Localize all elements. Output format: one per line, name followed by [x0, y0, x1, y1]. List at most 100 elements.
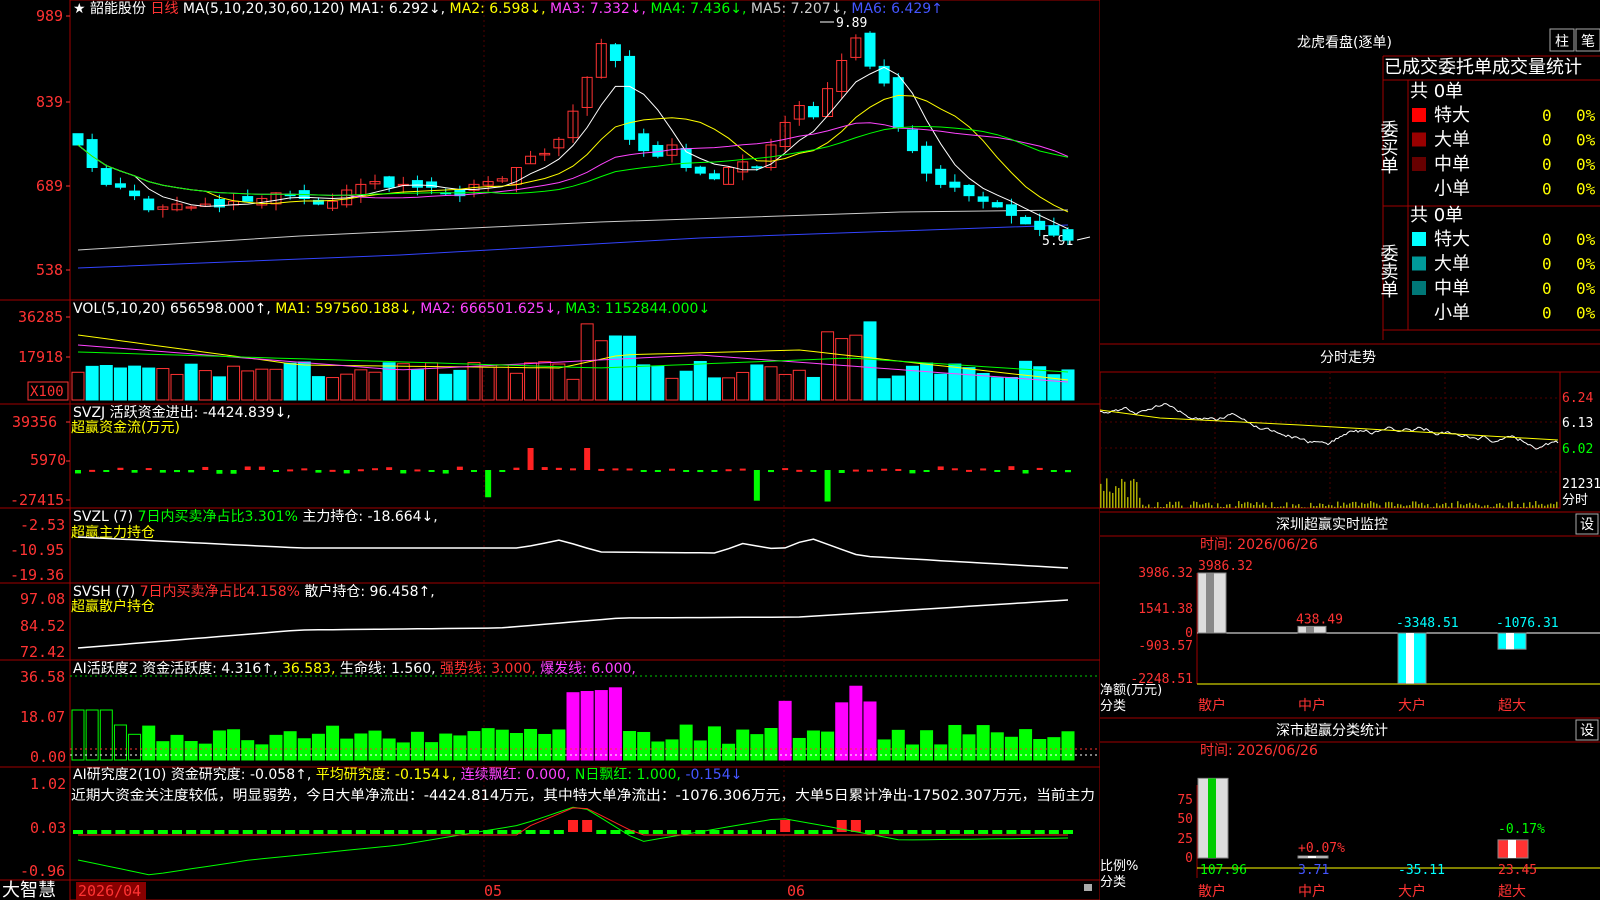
ai3-tick: 1.02: [30, 775, 66, 793]
fenshi-vol-bar: [1433, 506, 1435, 508]
fenshi-vol-bar: [1286, 502, 1288, 508]
ai3-bar: [1020, 830, 1031, 834]
fenshi-vol-bar: [1364, 503, 1366, 508]
fenshi-vol-bar: [1262, 502, 1264, 508]
fenshi-vol-bar: [1334, 506, 1336, 508]
ai3-bar: [539, 830, 550, 834]
svzj-bar: [513, 467, 520, 470]
ai3-bar: [879, 830, 890, 834]
ai2-tick: 18.07: [20, 708, 65, 726]
ai2-bar: [99, 709, 113, 761]
candle-body: [708, 173, 720, 180]
fenshi-vol-bar: [1556, 501, 1558, 508]
volume-bar: [184, 363, 198, 401]
ai3-tick: 0.03: [30, 819, 66, 837]
svzj-bar: [739, 468, 746, 471]
svsh-tick: 97.08: [20, 590, 65, 608]
fenshi-vol-bar: [1493, 506, 1495, 508]
ai2-bar: [722, 743, 736, 761]
ai3-bar: [766, 830, 776, 834]
svzj-bar: [966, 469, 972, 472]
fenshi-vol-bar: [1475, 503, 1477, 508]
fenshi-vol-bar: [1442, 504, 1444, 508]
ai2-v4: 强势线: 3.000,: [440, 661, 536, 677]
svzj-bar: [372, 468, 378, 471]
monitor-bar-highlight: [1406, 633, 1414, 684]
vol-ma2: MA2: 666501.625↓,: [420, 301, 561, 317]
fenshi-vol-bar: [1325, 506, 1327, 508]
svzj-bar: [485, 470, 492, 498]
ma2-value: MA2: 6.598↓,: [450, 1, 546, 17]
ai2-bar: [439, 733, 453, 761]
svzj-bar: [683, 470, 690, 472]
fenshi-vol-bar: [1553, 504, 1555, 508]
sell-swatch: [1412, 281, 1426, 295]
fenshi-vol-bar: [1205, 503, 1207, 508]
svzj-bar: [669, 468, 675, 471]
fenshi-vol-bar: [1295, 505, 1297, 508]
classify-bar-highlight: [1308, 856, 1316, 858]
svsh-tick: 84.52: [20, 617, 65, 635]
ai3-bar: [893, 830, 904, 834]
fenshi-vol-bar: [1298, 504, 1300, 508]
ai2-bar: [368, 730, 382, 761]
vol-ma3: MA3: 1152844.000↓: [565, 301, 710, 317]
ai3-bar: [497, 830, 508, 834]
bi-button-label: 笔: [1581, 34, 1595, 50]
ai2-bar: [71, 709, 85, 761]
fenshi-vol-bar: [1367, 503, 1369, 508]
period-label[interactable]: 日线: [150, 1, 178, 17]
ai3-bar: [285, 830, 296, 834]
fenshi-vol-bar: [1544, 505, 1546, 508]
ai2-v3: 生命线: 1.560,: [340, 660, 436, 677]
fenshi-vol-bar: [1412, 501, 1414, 508]
lock-icon[interactable]: [1084, 884, 1092, 891]
fenshi-vol-bar: [1193, 501, 1195, 508]
candle-body: [864, 32, 876, 67]
buy-row-label: 大单: [1434, 130, 1470, 151]
ai3-bar: [271, 830, 281, 834]
fenshi-vol-bar: [1247, 501, 1249, 508]
svzj-bar: [697, 470, 704, 473]
ai2-bar: [156, 741, 170, 761]
sell-side-label: 委卖单: [1378, 244, 1399, 298]
fenshi-unit: 分时: [1562, 493, 1588, 508]
svzj-bar: [499, 470, 506, 472]
volume-bar: [679, 370, 693, 401]
volume-bar: [637, 364, 651, 401]
vol-unit: X100: [30, 384, 64, 400]
monitor-bar-highlight: [1506, 633, 1514, 650]
fenshi-vol-bar: [1343, 502, 1345, 508]
ai3-bar: [596, 830, 607, 834]
ai3-bar: [709, 830, 720, 834]
svsh-tick: 72.42: [20, 643, 65, 661]
fenshi-vol-bar: [1145, 506, 1147, 508]
volume-bar: [693, 360, 707, 401]
classify-value-label: -35.11: [1398, 863, 1445, 878]
fenshi-vol-bar: [1148, 504, 1150, 508]
svzl-ratio: 7日内买卖净占比3.301%: [138, 509, 298, 525]
classify-top-label: +0.07%: [1298, 841, 1345, 856]
ai3-bar: [412, 830, 423, 834]
ai2-bar: [382, 738, 396, 761]
svzj-sub: 超赢资金流(万元): [71, 419, 180, 436]
candle-body: [100, 168, 112, 185]
ai2-bar: [283, 731, 297, 761]
fenshi-vol-bar: [1436, 503, 1438, 508]
right-panel: 龙虎看盘(逐单) 柱 笔 已成交委托单成交量统计 委买单 共 0单 特大 0 0% 大…: [1100, 28, 1600, 900]
fenshi-vol-bar: [1274, 506, 1276, 508]
fenshi-vol-bar: [1217, 503, 1219, 508]
classify-title: 深市超赢分类统计: [1276, 722, 1388, 739]
candle-body: [129, 190, 141, 197]
fenshi-vol-bar: [1238, 501, 1240, 508]
svzj-bar: [442, 470, 449, 474]
stock-chart-area[interactable]: 989 839 689 538 36285 17918 39356 5970 -…: [0, 0, 1100, 900]
volume-bar: [467, 361, 481, 401]
ai2-bar: [891, 729, 905, 761]
fenshi-vol-bar: [1505, 507, 1507, 508]
svzj-bar: [117, 467, 124, 470]
svzj-bar: [895, 468, 902, 471]
fenshi-vol-bar: [1181, 505, 1183, 508]
svzj-bar: [287, 469, 294, 472]
favorite-star-icon[interactable]: ★: [73, 1, 86, 17]
